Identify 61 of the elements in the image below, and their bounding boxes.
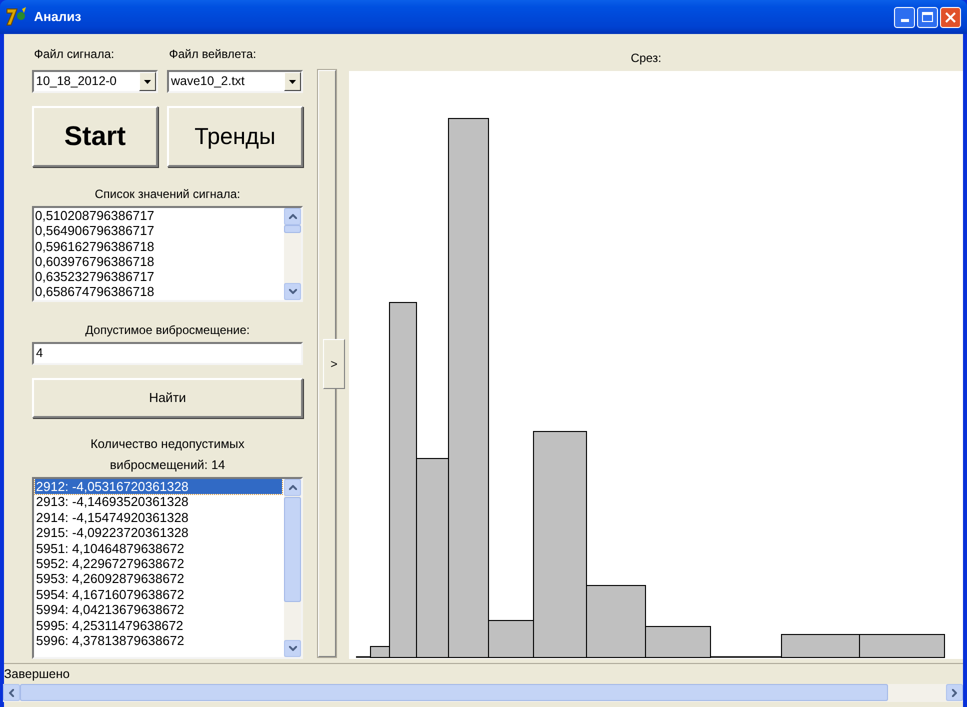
- list-item[interactable]: 5995: 4,25311479638672: [35, 618, 282, 634]
- dropdown-arrow-icon: [289, 80, 296, 84]
- field-label: Допустимое виброcмещение:: [84, 323, 251, 338]
- count-label: Количество недопустимых виброcмещений: 14: [89, 436, 246, 474]
- baseline-line: [710, 656, 781, 658]
- field-label: Файл сигнала:: [33, 47, 116, 62]
- list-item[interactable]: 5952: 4,22967279638672: [35, 556, 282, 572]
- dropdown-field[interactable]: 10_18_2012-0: [32, 70, 158, 93]
- list-item[interactable]: 5951: 4,10464879638672: [35, 540, 282, 556]
- list-item[interactable]: 0,635232796386717: [35, 269, 284, 284]
- list-item[interactable]: 5954: 4,16716079638672: [35, 586, 282, 602]
- action-button[interactable]: Start: [32, 106, 158, 167]
- violations-list[interactable]: [32, 477, 303, 659]
- scroll-down-button[interactable]: [284, 283, 301, 300]
- scroll-left-button[interactable]: [3, 684, 20, 701]
- down-chevron-icon: [288, 646, 296, 651]
- list-item[interactable]: 2913: -4,14693520361328: [35, 494, 282, 510]
- dropdown-arrow-icon: [144, 80, 151, 84]
- list-item[interactable]: 2912: -4,05316720361328: [35, 479, 282, 494]
- threshold-input[interactable]: 4: [32, 342, 303, 365]
- find-button[interactable]: Найти: [32, 378, 303, 418]
- down-chevron-icon: [288, 289, 296, 294]
- list-item[interactable]: 2915: -4,09223720361328: [35, 525, 282, 541]
- list-item[interactable]: 5994: 4,04213679638672: [35, 602, 282, 618]
- list-item[interactable]: 0,510208796386717: [35, 208, 284, 224]
- field-label: Файл вейвлета:: [168, 47, 258, 62]
- list-item[interactable]: 0,658674796386718: [35, 284, 284, 300]
- maximize-button[interactable]: [917, 6, 938, 28]
- list-item[interactable]: 0,603976796386718: [35, 254, 284, 270]
- dropdown-field[interactable]: wave10_2.txt: [167, 70, 303, 93]
- baseline-line: [356, 656, 370, 658]
- list-item[interactable]: 5996: 4,37813879638672: [35, 633, 282, 648]
- list-label: Список значений сигнала:: [94, 187, 242, 202]
- vertical-scrollbar[interactable]: [284, 479, 301, 657]
- list-item[interactable]: 0,564906796386717: [35, 223, 284, 239]
- scroll-down-button[interactable]: [284, 640, 301, 657]
- status-text: Завершено: [4, 666, 70, 683]
- scroll-right-button[interactable]: [946, 684, 963, 701]
- vertical-scrollbar[interactable]: [284, 208, 301, 300]
- left-chevron-icon: [9, 688, 14, 696]
- list-item[interactable]: 0,596162796386718: [35, 238, 284, 254]
- close-icon: [945, 12, 956, 22]
- scroll-up-button[interactable]: [284, 208, 301, 225]
- chart-title: Срез:: [630, 51, 662, 66]
- up-chevron-icon: [288, 214, 296, 219]
- action-button[interactable]: Тренды: [167, 106, 303, 167]
- dropdown-button[interactable]: [284, 72, 301, 91]
- right-chevron-icon: [952, 688, 957, 696]
- app-logo-icon: [6, 7, 28, 27]
- up-chevron-icon: [288, 485, 296, 490]
- dropdown-button[interactable]: [139, 72, 156, 91]
- scroll-up-button[interactable]: [284, 479, 301, 496]
- window-title: Анализ: [34, 8, 82, 26]
- maximize-icon: [922, 12, 933, 22]
- minimize-button[interactable]: [894, 6, 915, 28]
- close-button[interactable]: [940, 6, 961, 28]
- expand-button[interactable]: >: [323, 339, 345, 389]
- minimize-icon: [900, 18, 908, 22]
- list-item[interactable]: 5953: 4,26092879638672: [35, 571, 282, 587]
- list-item[interactable]: 2914: -4,15474920361328: [35, 510, 282, 526]
- signal-values-list[interactable]: 0,510208796386717 0,564906796386717 0,596162796386718 0,603976796386718 0,635232796386717 0,658674796386718: [32, 206, 303, 302]
